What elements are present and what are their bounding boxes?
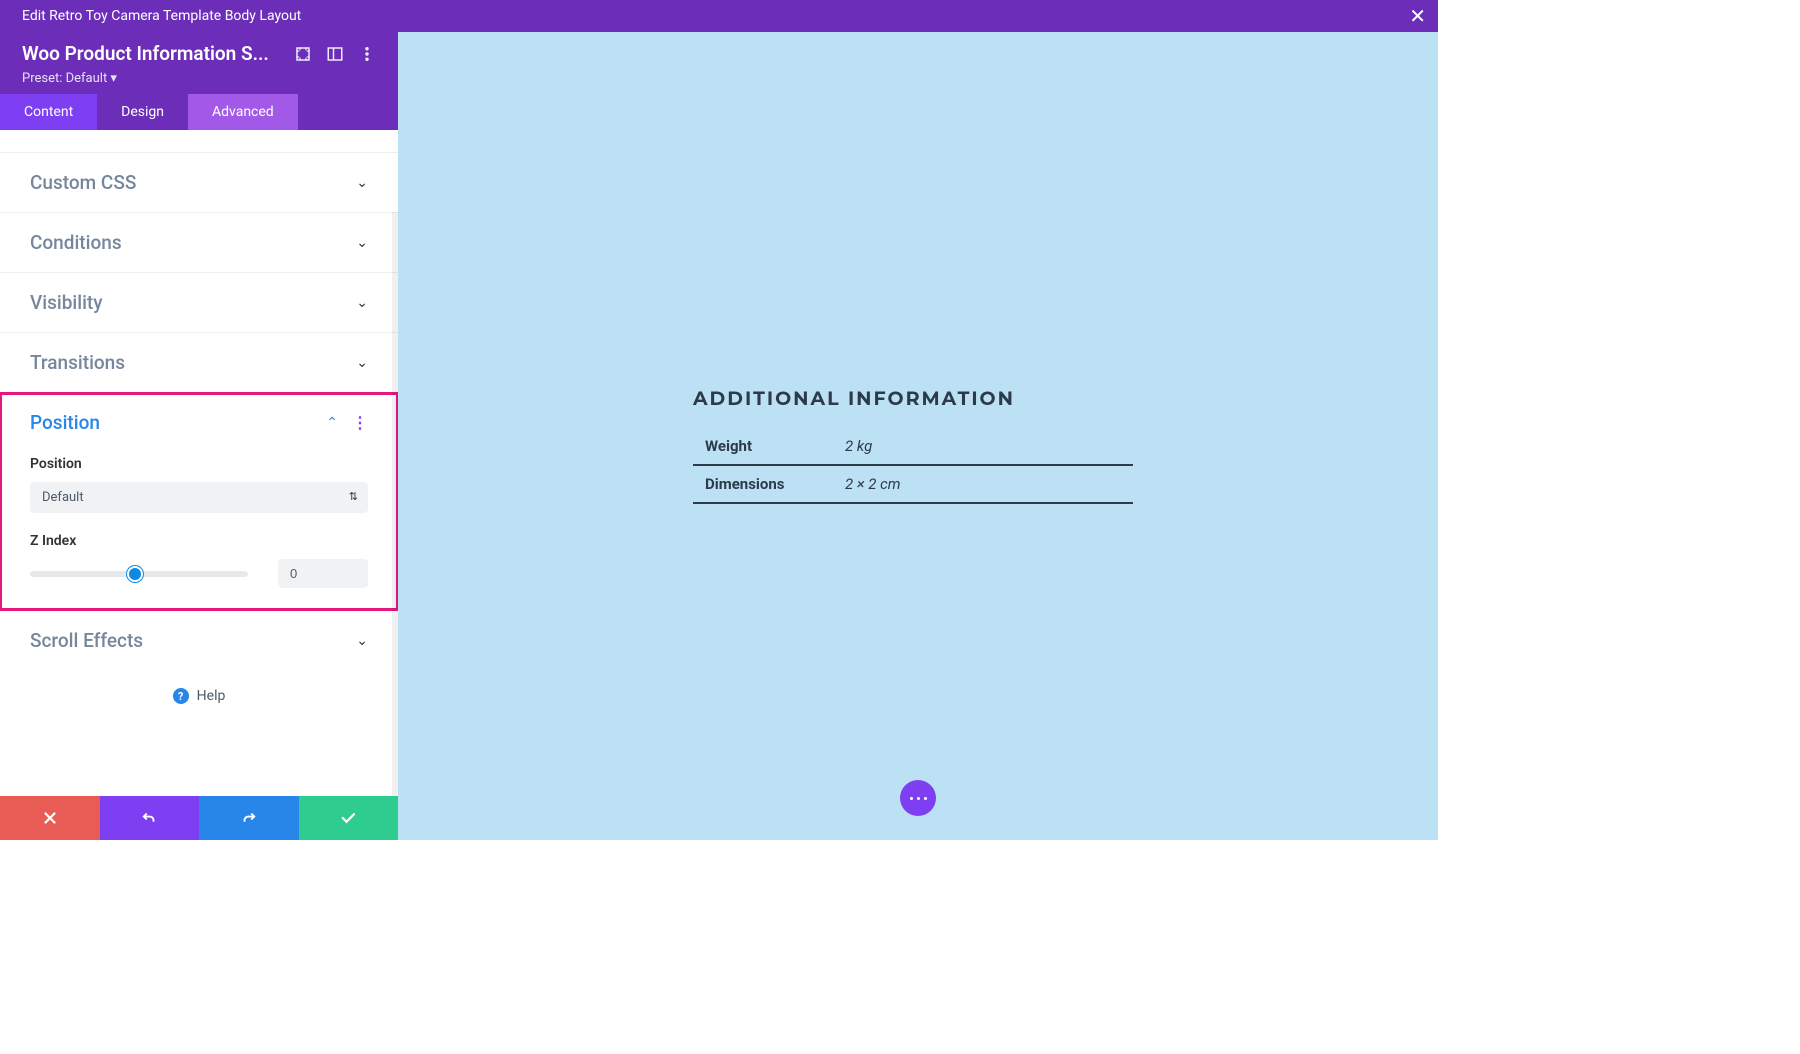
acc-title-visibility: Visibility — [30, 291, 103, 314]
tab-design[interactable]: Design — [97, 94, 188, 130]
titlebar: Edit Retro Toy Camera Template Body Layo… — [0, 0, 1438, 32]
chevron-down-icon: ⌄ — [356, 633, 368, 649]
window-title: Edit Retro Toy Camera Template Body Layo… — [22, 8, 301, 24]
table-row: Dimensions 2 × 2 cm — [693, 465, 1133, 503]
panel-area[interactable]: Custom CSS ⌄ Conditions ⌄ Visibility ⌄ T… — [0, 130, 398, 796]
position-value: Default — [42, 490, 84, 505]
select-caret-icon: ⇅ — [349, 490, 358, 503]
acc-header-conditions[interactable]: Conditions ⌄ — [0, 213, 398, 272]
save-button[interactable] — [299, 796, 399, 840]
acc-title-position: Position — [30, 411, 100, 434]
zindex-label: Z Index — [30, 533, 368, 549]
dots-icon — [908, 797, 929, 800]
chevron-down-icon: ⌄ — [356, 295, 368, 311]
panel-icon[interactable] — [326, 45, 344, 63]
slider-thumb[interactable] — [127, 566, 143, 582]
more-icon[interactable] — [358, 45, 376, 63]
position-label: Position — [30, 456, 368, 472]
acc-header-visibility[interactable]: Visibility ⌄ — [0, 273, 398, 332]
acc-header-scroll[interactable]: Scroll Effects ⌄ — [0, 611, 398, 670]
tab-content[interactable]: Content — [0, 94, 97, 130]
attr-key: Dimensions — [693, 465, 833, 503]
chevron-up-icon: ⌃ — [326, 415, 338, 431]
preset-select[interactable]: Preset: Default ▾ — [22, 71, 376, 86]
chevron-down-icon: ⌄ — [356, 235, 368, 251]
acc-header-css[interactable]: Custom CSS ⌄ — [0, 153, 398, 212]
acc-conditions: Conditions ⌄ — [0, 212, 398, 272]
table-row: Weight 2 kg — [693, 428, 1133, 465]
help-row[interactable]: ? Help — [0, 670, 398, 718]
settings-sidebar: Woo Product Information S... Preset: Def… — [0, 32, 398, 840]
more-icon[interactable]: ⋮ — [352, 413, 368, 432]
main-wrap: Woo Product Information S... Preset: Def… — [0, 32, 1438, 840]
position-select[interactable]: Default ⇅ — [30, 482, 368, 513]
zindex-slider[interactable] — [30, 571, 248, 577]
acc-header-transitions[interactable]: Transitions ⌄ — [0, 333, 398, 392]
attr-val: 2 × 2 cm — [833, 465, 1133, 503]
close-icon[interactable]: ✕ — [1409, 6, 1426, 26]
action-bar — [0, 796, 398, 840]
acc-title-conditions: Conditions — [30, 231, 122, 254]
chevron-down-icon: ⌄ — [356, 175, 368, 191]
acc-title-transitions: Transitions — [30, 351, 125, 374]
preview-heading: ADDITIONAL INFORMATION — [693, 387, 1133, 410]
fab-button[interactable] — [900, 780, 936, 816]
preview-canvas: ADDITIONAL INFORMATION Weight 2 kg Dimen… — [398, 32, 1438, 840]
tab-advanced[interactable]: Advanced — [188, 94, 298, 130]
acc-custom-css: Custom CSS ⌄ — [0, 152, 398, 212]
redo-button[interactable] — [199, 796, 299, 840]
tabs: Content Design Advanced — [0, 94, 398, 130]
acc-position: Position ⌃ ⋮ Position Default ⇅ Z Index — [0, 392, 398, 610]
chevron-down-icon: ⌄ — [356, 355, 368, 371]
attr-val: 2 kg — [833, 428, 1133, 465]
cancel-button[interactable] — [0, 796, 100, 840]
expand-icon[interactable] — [294, 45, 312, 63]
help-icon: ? — [173, 688, 189, 704]
acc-visibility: Visibility ⌄ — [0, 272, 398, 332]
preview-table: Weight 2 kg Dimensions 2 × 2 cm — [693, 428, 1133, 504]
acc-body-position: Position Default ⇅ Z Index — [0, 452, 398, 610]
preview-content: ADDITIONAL INFORMATION Weight 2 kg Dimen… — [693, 387, 1133, 504]
acc-title-css: Custom CSS — [30, 171, 136, 194]
acc-title-scroll: Scroll Effects — [30, 629, 143, 652]
attr-key: Weight — [693, 428, 833, 465]
help-label: Help — [197, 688, 226, 704]
zindex-input[interactable] — [278, 559, 368, 588]
undo-button[interactable] — [100, 796, 200, 840]
module-header: Woo Product Information S... Preset: Def… — [0, 32, 398, 94]
acc-scroll: Scroll Effects ⌄ — [0, 610, 398, 670]
acc-transitions: Transitions ⌄ — [0, 332, 398, 392]
module-title: Woo Product Information S... — [22, 42, 280, 65]
acc-header-position[interactable]: Position ⌃ ⋮ — [0, 393, 398, 452]
